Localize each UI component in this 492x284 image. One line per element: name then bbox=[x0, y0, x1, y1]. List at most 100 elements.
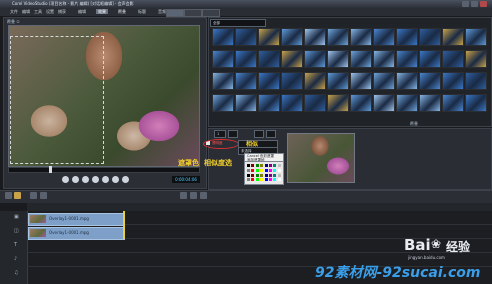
menu-item[interactable]: 编辑 bbox=[20, 9, 32, 14]
effect-thumbnail[interactable] bbox=[442, 94, 464, 112]
color-swatch[interactable] bbox=[269, 173, 272, 177]
effect-thumbnail[interactable] bbox=[212, 28, 234, 46]
option-toggle-2[interactable] bbox=[254, 130, 264, 138]
effect-thumbnail[interactable] bbox=[442, 50, 464, 68]
effect-thumbnail[interactable] bbox=[350, 28, 372, 46]
audio-mixer-icon[interactable] bbox=[190, 192, 197, 199]
effect-thumbnail[interactable] bbox=[373, 50, 395, 68]
effect-thumbnail[interactable] bbox=[419, 28, 441, 46]
scrubber-handle[interactable] bbox=[49, 166, 52, 173]
minimize-button[interactable] bbox=[462, 1, 469, 7]
color-swatch[interactable] bbox=[251, 178, 255, 182]
effect-thumbnail[interactable] bbox=[281, 94, 303, 112]
play-end-icon[interactable] bbox=[102, 176, 109, 183]
effect-thumbnail[interactable] bbox=[327, 50, 349, 68]
tab-overlay[interactable] bbox=[184, 9, 202, 17]
menu-item[interactable]: 编辑 bbox=[76, 9, 88, 14]
tab-title[interactable] bbox=[202, 9, 220, 17]
effect-thumbnail[interactable] bbox=[235, 72, 257, 90]
color-swatch[interactable] bbox=[273, 164, 277, 167]
color-swatch[interactable] bbox=[260, 178, 264, 182]
record-icon[interactable] bbox=[180, 192, 187, 199]
effect-thumbnail[interactable] bbox=[396, 94, 418, 112]
effect-thumbnail[interactable] bbox=[373, 94, 395, 112]
repeat-icon[interactable] bbox=[112, 176, 119, 183]
menu-item[interactable]: 工具 bbox=[32, 9, 44, 14]
effect-thumbnail[interactable] bbox=[212, 72, 234, 90]
color-swatch[interactable] bbox=[255, 168, 259, 172]
timecode-display[interactable]: 0:00:04:06 bbox=[172, 176, 200, 183]
effect-thumbnail[interactable] bbox=[304, 28, 326, 46]
playhead[interactable] bbox=[123, 211, 125, 239]
effect-thumbnail[interactable] bbox=[212, 50, 234, 68]
menu-item[interactable]: 捕获 bbox=[56, 9, 68, 14]
effect-thumbnail[interactable] bbox=[304, 50, 326, 68]
close-button[interactable] bbox=[480, 1, 487, 7]
effect-thumbnail[interactable] bbox=[442, 28, 464, 46]
option-field-1[interactable]: 1 bbox=[214, 130, 226, 138]
color-swatch[interactable] bbox=[269, 178, 272, 182]
effect-thumbnail[interactable] bbox=[350, 72, 372, 90]
effect-thumbnail[interactable] bbox=[327, 94, 349, 112]
option-toggle[interactable] bbox=[228, 130, 238, 138]
timeline-view-icon[interactable] bbox=[14, 192, 21, 199]
overlay-track-icon[interactable]: ◫ bbox=[14, 228, 22, 234]
effect-thumbnail[interactable] bbox=[350, 94, 372, 112]
color-swatch[interactable] bbox=[277, 164, 281, 167]
color-palette[interactable] bbox=[244, 161, 284, 185]
effect-thumbnail[interactable] bbox=[419, 50, 441, 68]
color-swatch[interactable] bbox=[255, 178, 259, 182]
effect-thumbnail[interactable] bbox=[396, 50, 418, 68]
color-swatch[interactable] bbox=[264, 178, 268, 182]
effect-thumbnail[interactable] bbox=[465, 50, 487, 68]
menu-item[interactable]: 效果 bbox=[96, 9, 108, 14]
next-frame-icon[interactable] bbox=[92, 176, 99, 183]
option-toggle-3[interactable] bbox=[266, 130, 276, 138]
color-swatch[interactable] bbox=[264, 164, 268, 167]
color-swatch[interactable] bbox=[247, 173, 250, 177]
overlay-selection-box[interactable] bbox=[10, 36, 104, 164]
menu-item[interactable]: 文件 bbox=[8, 9, 20, 14]
effect-thumbnail[interactable] bbox=[442, 72, 464, 90]
color-swatch[interactable] bbox=[277, 173, 281, 177]
effect-thumbnail[interactable] bbox=[304, 72, 326, 90]
undo-icon[interactable] bbox=[30, 192, 37, 199]
music-track-icon[interactable]: ♫ bbox=[14, 270, 22, 276]
color-swatch[interactable] bbox=[260, 168, 264, 172]
color-swatch[interactable] bbox=[264, 173, 268, 177]
play-start-icon[interactable] bbox=[62, 176, 69, 183]
effect-thumbnail[interactable] bbox=[465, 94, 487, 112]
effect-thumbnail[interactable] bbox=[235, 94, 257, 112]
color-swatch[interactable] bbox=[264, 168, 268, 172]
tab-effects[interactable] bbox=[166, 9, 184, 17]
color-swatch[interactable] bbox=[269, 168, 272, 172]
auto-music-icon[interactable] bbox=[200, 192, 207, 199]
title-track-icon[interactable]: T bbox=[14, 242, 22, 248]
color-swatch[interactable] bbox=[251, 173, 255, 177]
effect-thumbnail[interactable] bbox=[281, 72, 303, 90]
color-swatch[interactable] bbox=[247, 168, 250, 172]
effect-thumbnail[interactable] bbox=[465, 72, 487, 90]
effect-thumbnail[interactable] bbox=[258, 72, 280, 90]
color-swatch[interactable] bbox=[273, 178, 277, 182]
effect-thumbnail[interactable] bbox=[258, 94, 280, 112]
color-swatch[interactable] bbox=[277, 178, 281, 182]
effect-thumbnail[interactable] bbox=[373, 72, 395, 90]
color-swatch[interactable] bbox=[251, 164, 255, 167]
effect-thumbnail[interactable] bbox=[281, 28, 303, 46]
menu-item[interactable]: 设置 bbox=[44, 9, 56, 14]
color-swatch[interactable] bbox=[255, 164, 259, 167]
video-track-icon[interactable]: ▣ bbox=[14, 214, 22, 220]
color-swatch[interactable] bbox=[269, 164, 272, 167]
overlay-clip[interactable]: Overlay1-0001.mpg bbox=[28, 227, 125, 240]
color-swatch[interactable] bbox=[251, 168, 255, 172]
color-swatch[interactable] bbox=[247, 164, 250, 167]
effect-thumbnail[interactable] bbox=[350, 50, 372, 68]
play-icon[interactable] bbox=[82, 176, 89, 183]
color-swatch[interactable] bbox=[260, 164, 264, 167]
menu-item[interactable]: 标题 bbox=[136, 9, 148, 14]
storyboard-view-icon[interactable] bbox=[5, 192, 12, 199]
color-swatch[interactable] bbox=[273, 168, 277, 172]
category-dropdown[interactable]: 全部 bbox=[210, 19, 266, 27]
color-swatch[interactable] bbox=[247, 178, 250, 182]
